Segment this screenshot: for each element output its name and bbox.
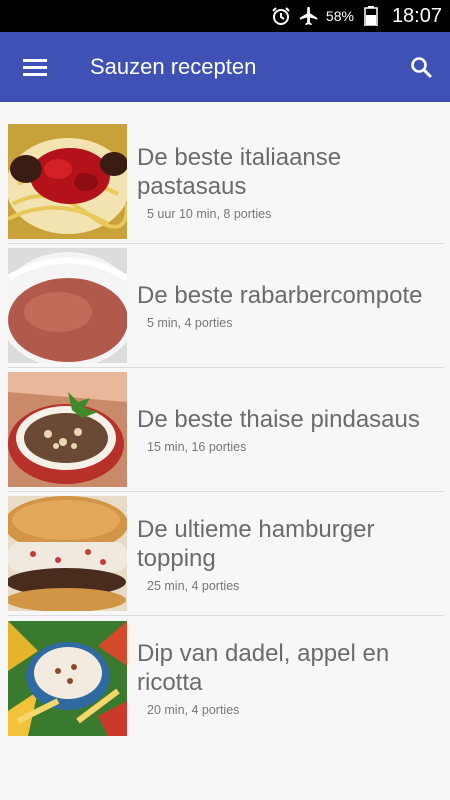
app-bar: Sauzen recepten (0, 32, 450, 102)
recipe-thumbnail (8, 620, 127, 736)
recipe-title: De beste rabarbercompote (137, 282, 423, 309)
recipe-meta: 5 min, 4 porties (147, 316, 233, 330)
recipe-thumbnail (8, 248, 127, 363)
recipe-meta: 20 min, 4 porties (147, 703, 240, 717)
airplane-mode-icon (298, 5, 320, 27)
recipe-title: De beste italiaanse pastasaus (137, 143, 342, 200)
recipe-item[interactable]: De beste italiaanse pastasaus 5 uur 10 m… (8, 120, 444, 244)
recipe-item[interactable]: De beste rabarbercompote 5 min, 4 portie… (8, 244, 444, 368)
status-bar: 58% 18:07 (0, 0, 450, 32)
alarm-icon (270, 5, 292, 27)
page-title: Sauzen recepten (90, 54, 257, 79)
recipe-title: Dip van dadel, appel en ricotta (137, 640, 390, 696)
recipe-item[interactable]: Dip van dadel, appel en ricotta 20 min, … (8, 616, 444, 740)
clock: 18:07 (391, 4, 442, 27)
recipe-thumbnail (8, 124, 127, 239)
recipe-meta: 25 min, 4 porties (147, 578, 240, 593)
recipe-title: De beste thaise pindasaus (137, 406, 420, 433)
recipe-thumbnail (8, 372, 127, 487)
recipe-list: De beste italiaanse pastasaus 5 uur 10 m… (0, 120, 450, 740)
menu-icon[interactable] (22, 54, 48, 80)
recipe-item[interactable]: De ultieme hamburger topping 25 min, 4 p… (8, 492, 444, 616)
battery-icon (360, 5, 382, 27)
recipe-meta: 5 uur 10 min, 8 porties (147, 206, 272, 221)
recipe-item[interactable]: De beste thaise pindasaus 15 min, 16 por… (8, 368, 444, 492)
recipe-thumbnail (8, 496, 127, 611)
battery-percentage: 58% (325, 8, 354, 24)
recipe-meta: 15 min, 16 porties (147, 440, 247, 454)
search-icon[interactable] (406, 52, 436, 82)
recipe-title: De ultieme hamburger topping (137, 515, 375, 572)
